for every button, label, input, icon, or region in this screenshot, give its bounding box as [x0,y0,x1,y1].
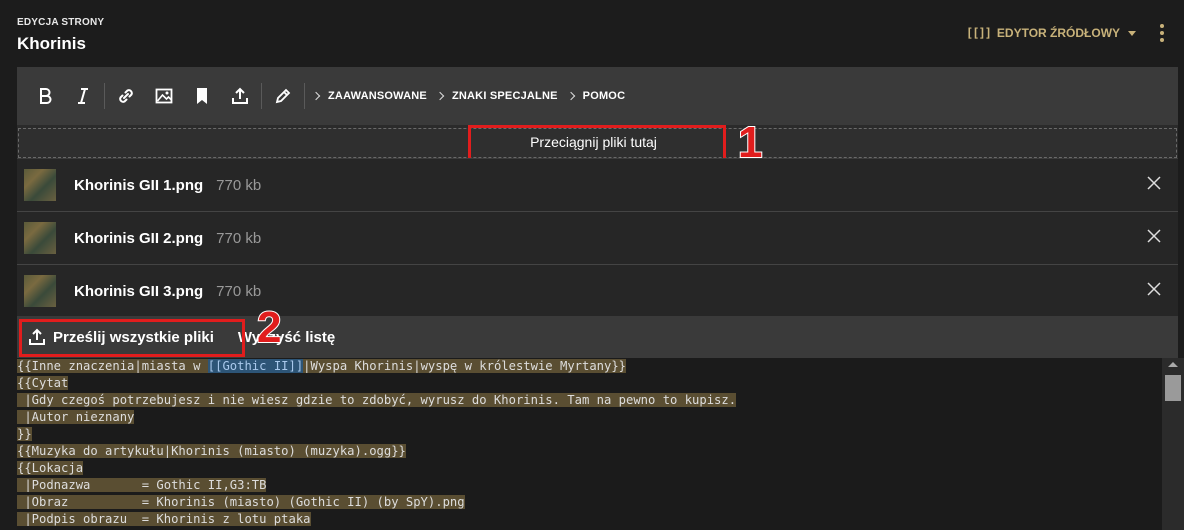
file-list: Khorinis GII 1.png 770 kb Khorinis GII 2… [17,158,1178,317]
source-line: {{Inne znaczenia|miasta w [17,359,208,373]
file-size: 770 kb [216,229,262,247]
toolbar-divider [304,83,305,109]
chevron-right-icon [311,91,321,101]
file-thumbnail [24,222,56,254]
chevron-right-icon [435,91,445,101]
source-line: |Gdy czegoś potrzebujesz i nie wiesz gdz… [17,393,737,407]
menu-special-chars[interactable]: ZNAKI SPECJALNE [435,90,558,102]
file-size: 770 kb [216,282,262,300]
file-item: Khorinis GII 3.png 770 kb [17,264,1178,317]
scroll-up-icon[interactable] [1168,362,1178,367]
file-thumbnail [24,275,56,307]
source-line: }} [17,427,32,441]
italic-icon[interactable] [70,83,96,109]
page-kicker: EDYCJA STRONY [17,17,105,28]
page-title: Khorinis [17,34,86,53]
bookmark-icon[interactable] [189,83,215,109]
close-icon[interactable] [1146,281,1162,297]
file-name: Khorinis GII 3.png [74,282,204,300]
source-line: |Podpis obrazu = Khorinis z lotu ptaka [17,512,311,526]
clear-list-button[interactable]: Wyczyść listę [238,329,335,346]
source-editor-switch[interactable]: [[]] EDYTOR ŹRÓDŁOWY [966,25,1137,41]
file-item: Khorinis GII 2.png 770 kb [17,211,1178,264]
source-line: {{Lokacja [17,461,84,475]
source-line: |Obraz = Khorinis (miasto) (Gothic II) (… [17,495,465,509]
scroll-thumb[interactable] [1165,375,1181,401]
file-item: Khorinis GII 1.png 770 kb [17,158,1178,211]
source-mode-label: EDYTOR ŹRÓDŁOWY [996,26,1121,40]
file-name: Khorinis GII 2.png [74,229,204,247]
bold-icon[interactable] [32,83,58,109]
menu-help[interactable]: POMOC [566,90,626,102]
close-icon[interactable] [1146,175,1162,191]
more-options-icon[interactable] [1156,24,1168,42]
editor-toolbar: ZAAWANSOWANE ZNAKI SPECJALNE POMOC [17,67,1178,125]
file-size: 770 kb [216,176,262,194]
file-name: Khorinis GII 1.png [74,176,204,194]
source-line: {{Muzyka do artykułu|Khorinis (miasto) (… [17,444,406,458]
file-thumbnail [24,169,56,201]
pencil-icon[interactable] [270,83,296,109]
source-line: {{Cytat [17,376,69,390]
image-icon[interactable] [151,83,177,109]
annotation-box-2 [19,319,245,357]
toolbar-divider [104,83,105,109]
menu-advanced[interactable]: ZAAWANSOWANE [311,90,427,102]
toolbar-divider [261,83,262,109]
close-icon[interactable] [1146,228,1162,244]
annotation-box-1 [468,125,726,161]
chevron-right-icon [566,91,575,101]
source-scrollbar[interactable] [1162,358,1184,530]
chevron-down-icon [1128,30,1137,36]
source-mode-icon: [[]] [966,26,992,40]
source-textarea[interactable]: {{Inne znaczenia|miasta w [[Gothic II]]|… [17,358,1162,530]
annotation-number-2: 2 [256,303,283,352]
source-line: |Autor nieznany [17,410,135,424]
source-line: |Podnazwa = Gothic II,G3:TB [17,478,267,492]
link-icon[interactable] [113,83,139,109]
upload-icon[interactable] [227,83,253,109]
source-line-rest: |Wyspa Khorinis|wyspę w królestwie Myrta… [303,359,627,373]
source-link: [[Gothic II]] [207,359,304,373]
